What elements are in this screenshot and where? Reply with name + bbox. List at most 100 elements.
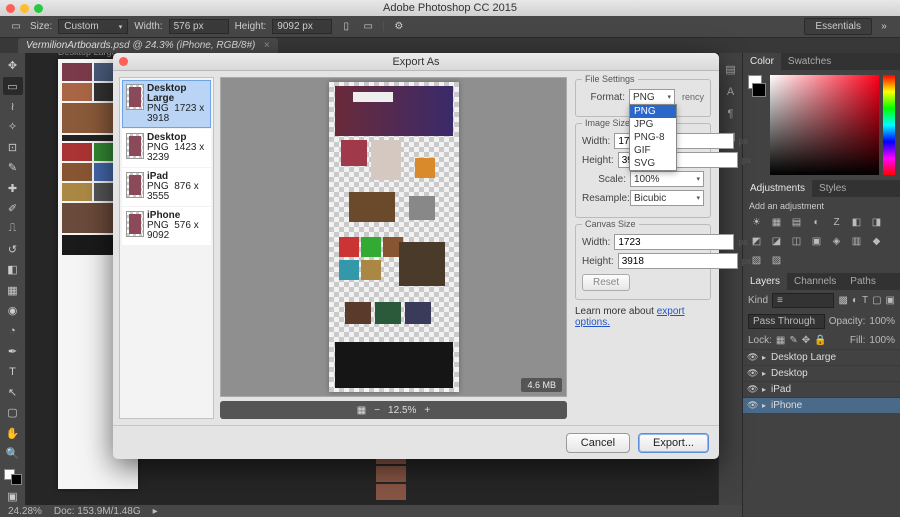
- adjustment-icon[interactable]: ▧: [749, 253, 764, 267]
- tab-layers[interactable]: Layers: [743, 273, 787, 290]
- color-picker[interactable]: [743, 70, 900, 180]
- artboard-list-item[interactable]: Desktop LargePNG 1723 x 3918: [122, 80, 211, 128]
- format-option[interactable]: PNG-8: [630, 131, 676, 144]
- close-tab-icon[interactable]: ×: [264, 40, 270, 51]
- opacity-value[interactable]: 100%: [869, 316, 895, 327]
- visibility-icon[interactable]: 👁: [747, 368, 757, 379]
- tab-adjustments[interactable]: Adjustments: [743, 180, 812, 197]
- wand-tool-icon[interactable]: ✧: [3, 118, 23, 135]
- type-tool-icon[interactable]: T: [3, 363, 23, 380]
- disclosure-icon[interactable]: ▸: [762, 369, 766, 378]
- cv-height-field[interactable]: [618, 253, 738, 269]
- cancel-button[interactable]: Cancel: [566, 433, 630, 453]
- search-icon[interactable]: »: [876, 19, 892, 35]
- zoom-tool-icon[interactable]: 🔍: [3, 445, 23, 462]
- cv-width-field[interactable]: [614, 234, 734, 250]
- layer-row[interactable]: 👁▸iPhone: [743, 397, 900, 413]
- zoom-in-icon[interactable]: +: [424, 405, 430, 416]
- color-sv-box[interactable]: [770, 75, 879, 175]
- brush-tool-icon[interactable]: ✐: [3, 200, 23, 217]
- adjustment-icon[interactable]: ◧: [849, 215, 864, 229]
- history-brush-tool-icon[interactable]: ↺: [3, 241, 23, 258]
- hue-strip[interactable]: [883, 75, 895, 175]
- adjustment-icon[interactable]: ◆: [869, 234, 884, 248]
- filter-shape-icon[interactable]: ▢: [872, 295, 881, 306]
- document-tab[interactable]: VermilionArtboards.psd @ 24.3% (iPhone, …: [18, 38, 278, 53]
- zoom-readout[interactable]: 24.28%: [8, 506, 42, 517]
- blur-tool-icon[interactable]: ◉: [3, 302, 23, 319]
- lock-pixel-icon[interactable]: ✎: [789, 335, 797, 346]
- dialog-titlebar[interactable]: Export As: [113, 53, 719, 71]
- dodge-tool-icon[interactable]: ◔: [3, 322, 23, 339]
- layer-row[interactable]: 👁▸Desktop Large: [743, 349, 900, 365]
- filter-type-icon[interactable]: T: [862, 295, 868, 306]
- adjustment-icon[interactable]: ◈: [829, 234, 844, 248]
- quickmask-icon[interactable]: ▣: [3, 488, 23, 505]
- lock-pos-icon[interactable]: ✥: [802, 335, 810, 346]
- format-option[interactable]: SVG: [630, 157, 676, 170]
- crop-tool-icon[interactable]: ⊡: [3, 139, 23, 156]
- pen-tool-icon[interactable]: ✒: [3, 343, 23, 360]
- disclosure-icon[interactable]: ▸: [762, 385, 766, 394]
- color-swatch-icon[interactable]: [4, 469, 22, 484]
- artboard-list-item[interactable]: iPhonePNG 576 x 9092: [122, 207, 211, 245]
- zoom-out-icon[interactable]: −: [374, 405, 380, 416]
- shape-tool-icon[interactable]: ▢: [3, 404, 23, 421]
- tab-styles[interactable]: Styles: [812, 180, 853, 197]
- reset-button[interactable]: Reset: [582, 274, 630, 291]
- disclosure-icon[interactable]: ▸: [762, 353, 766, 362]
- workspace-switcher[interactable]: Essentials: [804, 18, 872, 35]
- artboard-list-item[interactable]: iPadPNG 876 x 3555: [122, 168, 211, 206]
- gradient-tool-icon[interactable]: ▦: [3, 281, 23, 298]
- adjustment-icon[interactable]: ▨: [769, 253, 784, 267]
- status-chevron-icon[interactable]: ▸: [153, 506, 158, 517]
- blend-mode-select[interactable]: Pass Through: [748, 314, 825, 329]
- format-option[interactable]: PNG: [630, 105, 676, 118]
- size-preset-select[interactable]: Custom▾: [58, 19, 128, 34]
- visibility-icon[interactable]: 👁: [747, 384, 757, 395]
- landscape-icon[interactable]: ▭: [360, 19, 376, 35]
- filter-adjust-icon[interactable]: ◐: [852, 295, 858, 306]
- kind-filter-select[interactable]: ≡: [772, 293, 834, 308]
- adjustment-icon[interactable]: ◨: [869, 215, 884, 229]
- export-preview[interactable]: 4.6 MB: [220, 77, 567, 397]
- adjustment-icon[interactable]: ▦: [769, 215, 784, 229]
- adjustment-icon[interactable]: ▥: [849, 234, 864, 248]
- artboard-list-item[interactable]: DesktopPNG 1423 x 3239: [122, 129, 211, 167]
- height-field[interactable]: 9092 px: [272, 19, 332, 34]
- path-select-tool-icon[interactable]: ↖: [3, 384, 23, 401]
- layer-row[interactable]: 👁▸iPad: [743, 381, 900, 397]
- doc-info[interactable]: Doc: 153.9M/1.48G: [54, 506, 141, 517]
- heal-tool-icon[interactable]: ✚: [3, 179, 23, 196]
- filter-smart-icon[interactable]: ▣: [886, 295, 895, 306]
- tab-swatches[interactable]: Swatches: [781, 53, 838, 70]
- adjustment-icon[interactable]: ▣: [809, 234, 824, 248]
- lock-all-icon[interactable]: 🔒: [814, 335, 826, 346]
- visibility-icon[interactable]: 👁: [747, 352, 757, 363]
- adjustment-icon[interactable]: ☀: [749, 215, 764, 229]
- adjustment-icon[interactable]: ◐: [809, 215, 824, 229]
- adjustment-icon[interactable]: ▤: [789, 215, 804, 229]
- hand-tool-icon[interactable]: ✋: [3, 424, 23, 441]
- scale-select[interactable]: 100%▾: [630, 171, 704, 187]
- eyedropper-tool-icon[interactable]: ✎: [3, 159, 23, 176]
- history-panel-icon[interactable]: ▤: [725, 63, 735, 76]
- format-select[interactable]: PNG▾: [629, 89, 675, 105]
- layer-row[interactable]: 👁▸Desktop: [743, 365, 900, 381]
- lasso-tool-icon[interactable]: ≀: [3, 98, 23, 115]
- gear-icon[interactable]: ⚙: [391, 19, 407, 35]
- resample-select[interactable]: Bicubic▾: [630, 190, 704, 206]
- format-dropdown-list[interactable]: PNGJPGPNG-8GIFSVG: [629, 104, 677, 171]
- stamp-tool-icon[interactable]: ⎍: [3, 220, 23, 237]
- format-option[interactable]: GIF: [630, 144, 676, 157]
- visibility-icon[interactable]: 👁: [747, 400, 757, 411]
- adjustment-icon[interactable]: Z: [829, 215, 844, 229]
- tab-color[interactable]: Color: [743, 53, 781, 70]
- export-button[interactable]: Export...: [638, 433, 709, 453]
- checker-toggle-icon[interactable]: ▦: [357, 405, 366, 416]
- dialog-close-icon[interactable]: [119, 57, 128, 66]
- paragraph-panel-icon[interactable]: ¶: [728, 108, 734, 120]
- lock-trans-icon[interactable]: ▦: [776, 335, 785, 346]
- adjustment-icon[interactable]: ◪: [769, 234, 784, 248]
- format-option[interactable]: JPG: [630, 118, 676, 131]
